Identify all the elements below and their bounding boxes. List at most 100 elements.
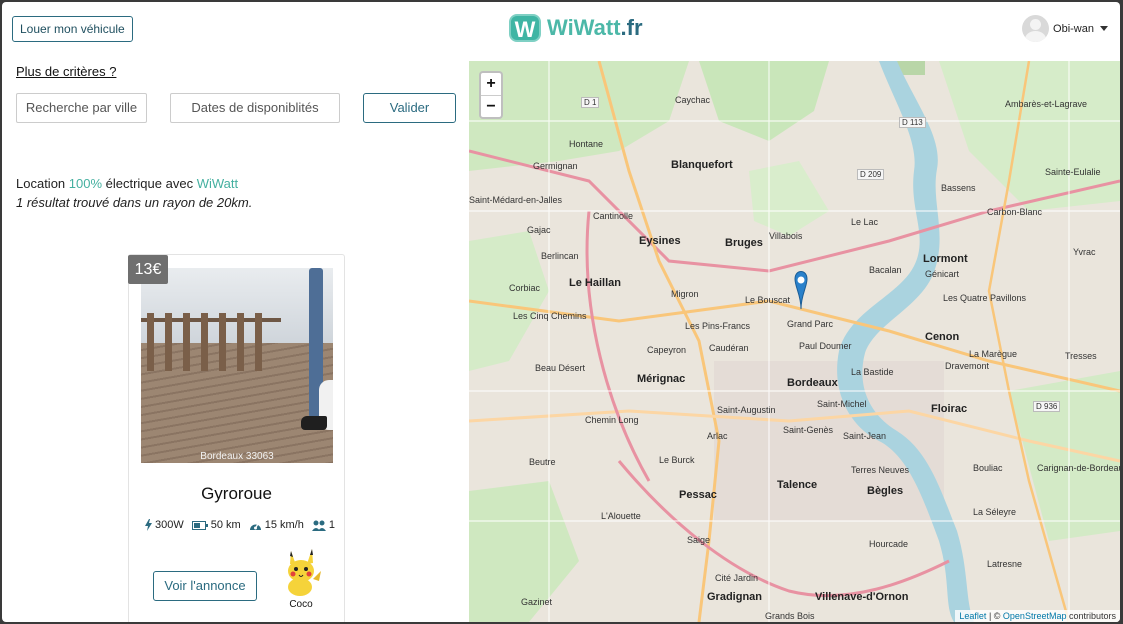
zoom-in-button[interactable]: + — [481, 73, 501, 95]
spec-speed-value: 15 km/h — [264, 519, 304, 531]
photo-post — [147, 313, 154, 371]
listing-card: Bordeaux 33063 Gyroroue 300W 50 km 15 km… — [128, 254, 345, 622]
map-label: Yvrac — [1073, 247, 1096, 257]
battery-icon — [191, 520, 208, 530]
logo-domain: .fr — [620, 15, 643, 40]
users-icon — [311, 520, 326, 531]
map-label: Bassens — [941, 183, 976, 193]
map-tiles[interactable] — [469, 61, 1120, 622]
chevron-down-icon[interactable] — [1100, 26, 1108, 31]
map-label: Les Quatre Pavillons — [943, 293, 1027, 303]
more-criteria-link[interactable]: Plus de critères ? — [16, 64, 116, 79]
map-label: Saint-Jean — [843, 431, 887, 441]
photo-post — [165, 313, 172, 371]
map-label: Cité Jardin — [715, 573, 759, 583]
map-label: Terres Neuves — [851, 465, 910, 475]
photo-post — [183, 313, 190, 371]
zoom-control: + − — [479, 71, 503, 119]
map-label: Arlac — [707, 431, 728, 441]
map-label: Bègles — [867, 485, 904, 497]
spec-speed: 15 km/h — [249, 519, 304, 531]
listing-title: Gyroroue — [201, 484, 272, 503]
spec-power-value: 300W — [155, 519, 184, 531]
map-label: L'Alouette — [601, 511, 641, 521]
map-label: Sainte-Eulalie — [1045, 167, 1101, 177]
map-label: Le Haillan — [569, 277, 621, 289]
map-label: Villabois — [769, 231, 803, 241]
map-label: Saige — [687, 535, 711, 545]
map-label: Talence — [777, 479, 818, 491]
map-label: La Bastide — [851, 367, 894, 377]
listing-specs: 300W 50 km 15 km/h 1 — [145, 519, 343, 531]
logo-wordmark: WiWatt.fr — [547, 15, 643, 41]
map-panel[interactable]: Caychac Ambarès-et-Lagrave Hontane Germi… — [469, 61, 1120, 622]
price-badge: 13€ — [128, 255, 168, 284]
map-label: La Marègue — [969, 349, 1018, 359]
intro-prefix: Location — [16, 176, 69, 191]
owner-avatar-pikachu-icon — [288, 549, 321, 596]
leaflet-link[interactable]: Leaflet — [959, 611, 986, 621]
road-tag: D 1 — [581, 97, 600, 108]
road-tag: D 113 — [899, 117, 926, 128]
intro-brand: WiWatt — [196, 176, 239, 191]
map-label: Le Lac — [851, 217, 879, 227]
map-label: Pessac — [679, 489, 717, 501]
map-label: Dravemont — [945, 361, 990, 371]
city-search-input[interactable]: Recherche par ville — [16, 93, 147, 123]
map-label: Berlincan — [541, 251, 579, 261]
map-label: Beau Désert — [535, 363, 586, 373]
map-label: Floirac — [931, 403, 968, 415]
map-label: Bordeaux — [787, 377, 838, 389]
map-label: Saint-Genès — [783, 425, 834, 435]
map-label: Corbiac — [509, 283, 541, 293]
listing-photo[interactable]: Bordeaux 33063 — [141, 268, 333, 463]
map-attribution: Leaflet | © OpenStreetMap contributors — [955, 610, 1120, 622]
app-window: Louer mon véhicule W WiWatt.fr Obi-wan P… — [2, 2, 1120, 622]
map-label: Villenave-d'Ornon — [815, 591, 909, 603]
map-label: Germignan — [533, 161, 578, 171]
user-menu[interactable]: Obi-wan — [1022, 15, 1108, 42]
map-label: Les Pins-Francs — [685, 321, 751, 331]
rent-vehicle-button[interactable]: Louer mon véhicule — [12, 16, 133, 42]
owner-name: Coco — [289, 599, 313, 610]
logo-brand: WiWatt — [547, 15, 621, 40]
map-label: Ambarès-et-Lagrave — [1005, 99, 1088, 109]
map-label: Capeyron — [647, 345, 687, 355]
spec-range-value: 50 km — [210, 519, 241, 531]
avatar[interactable] — [1022, 15, 1050, 42]
attribution-separator: | © — [986, 611, 1003, 621]
intro-line: Location 100% électrique avec WiWatt — [16, 174, 252, 193]
map-label: Grand Parc — [787, 319, 834, 329]
osm-link[interactable]: OpenStreetMap — [1003, 611, 1067, 621]
submit-button[interactable]: Valider — [363, 93, 456, 123]
results-summary: Location 100% électrique avec WiWatt 1 r… — [16, 174, 252, 212]
map-label: Gazinet — [521, 597, 553, 607]
map-label: Beutre — [529, 457, 556, 467]
map-label: Carbon-Blanc — [987, 207, 1043, 217]
intro-percent: 100% — [68, 176, 103, 191]
map-label: Cenon — [925, 331, 960, 343]
view-listing-button[interactable]: Voir l'annonce — [153, 571, 257, 601]
map-label: Carignan-de-Bordeaux — [1037, 463, 1120, 473]
map-label: Caudéran — [709, 343, 749, 353]
top-header: Louer mon véhicule W WiWatt.fr Obi-wan — [2, 2, 1120, 56]
username[interactable]: Obi-wan — [1053, 23, 1094, 35]
availability-dates-input[interactable]: Dates de disponiblités — [170, 93, 340, 123]
wiwatt-logo[interactable]: W WiWatt.fr — [509, 14, 643, 42]
spec-range: 50 km — [191, 519, 241, 531]
map-label: Tresses — [1065, 351, 1097, 361]
attribution-tail: contributors — [1066, 611, 1116, 621]
spec-power: 300W — [145, 519, 184, 531]
zoom-out-button[interactable]: − — [481, 95, 501, 117]
intro-middle: électrique avec — [102, 176, 197, 191]
map-label: Eysines — [639, 235, 681, 247]
search-filters: Recherche par ville Dates de disponiblit… — [16, 93, 340, 123]
photo-post — [219, 313, 226, 371]
spec-seats-value: 1 — [328, 519, 335, 531]
map-label: Saint-Augustin — [717, 405, 776, 415]
road-tag: D 936 — [1033, 401, 1061, 412]
map-label: Hourcade — [869, 539, 909, 549]
map-label: Gajac — [527, 225, 551, 235]
listing-location: Bordeaux 33063 — [200, 451, 274, 462]
photo-post — [237, 313, 244, 371]
